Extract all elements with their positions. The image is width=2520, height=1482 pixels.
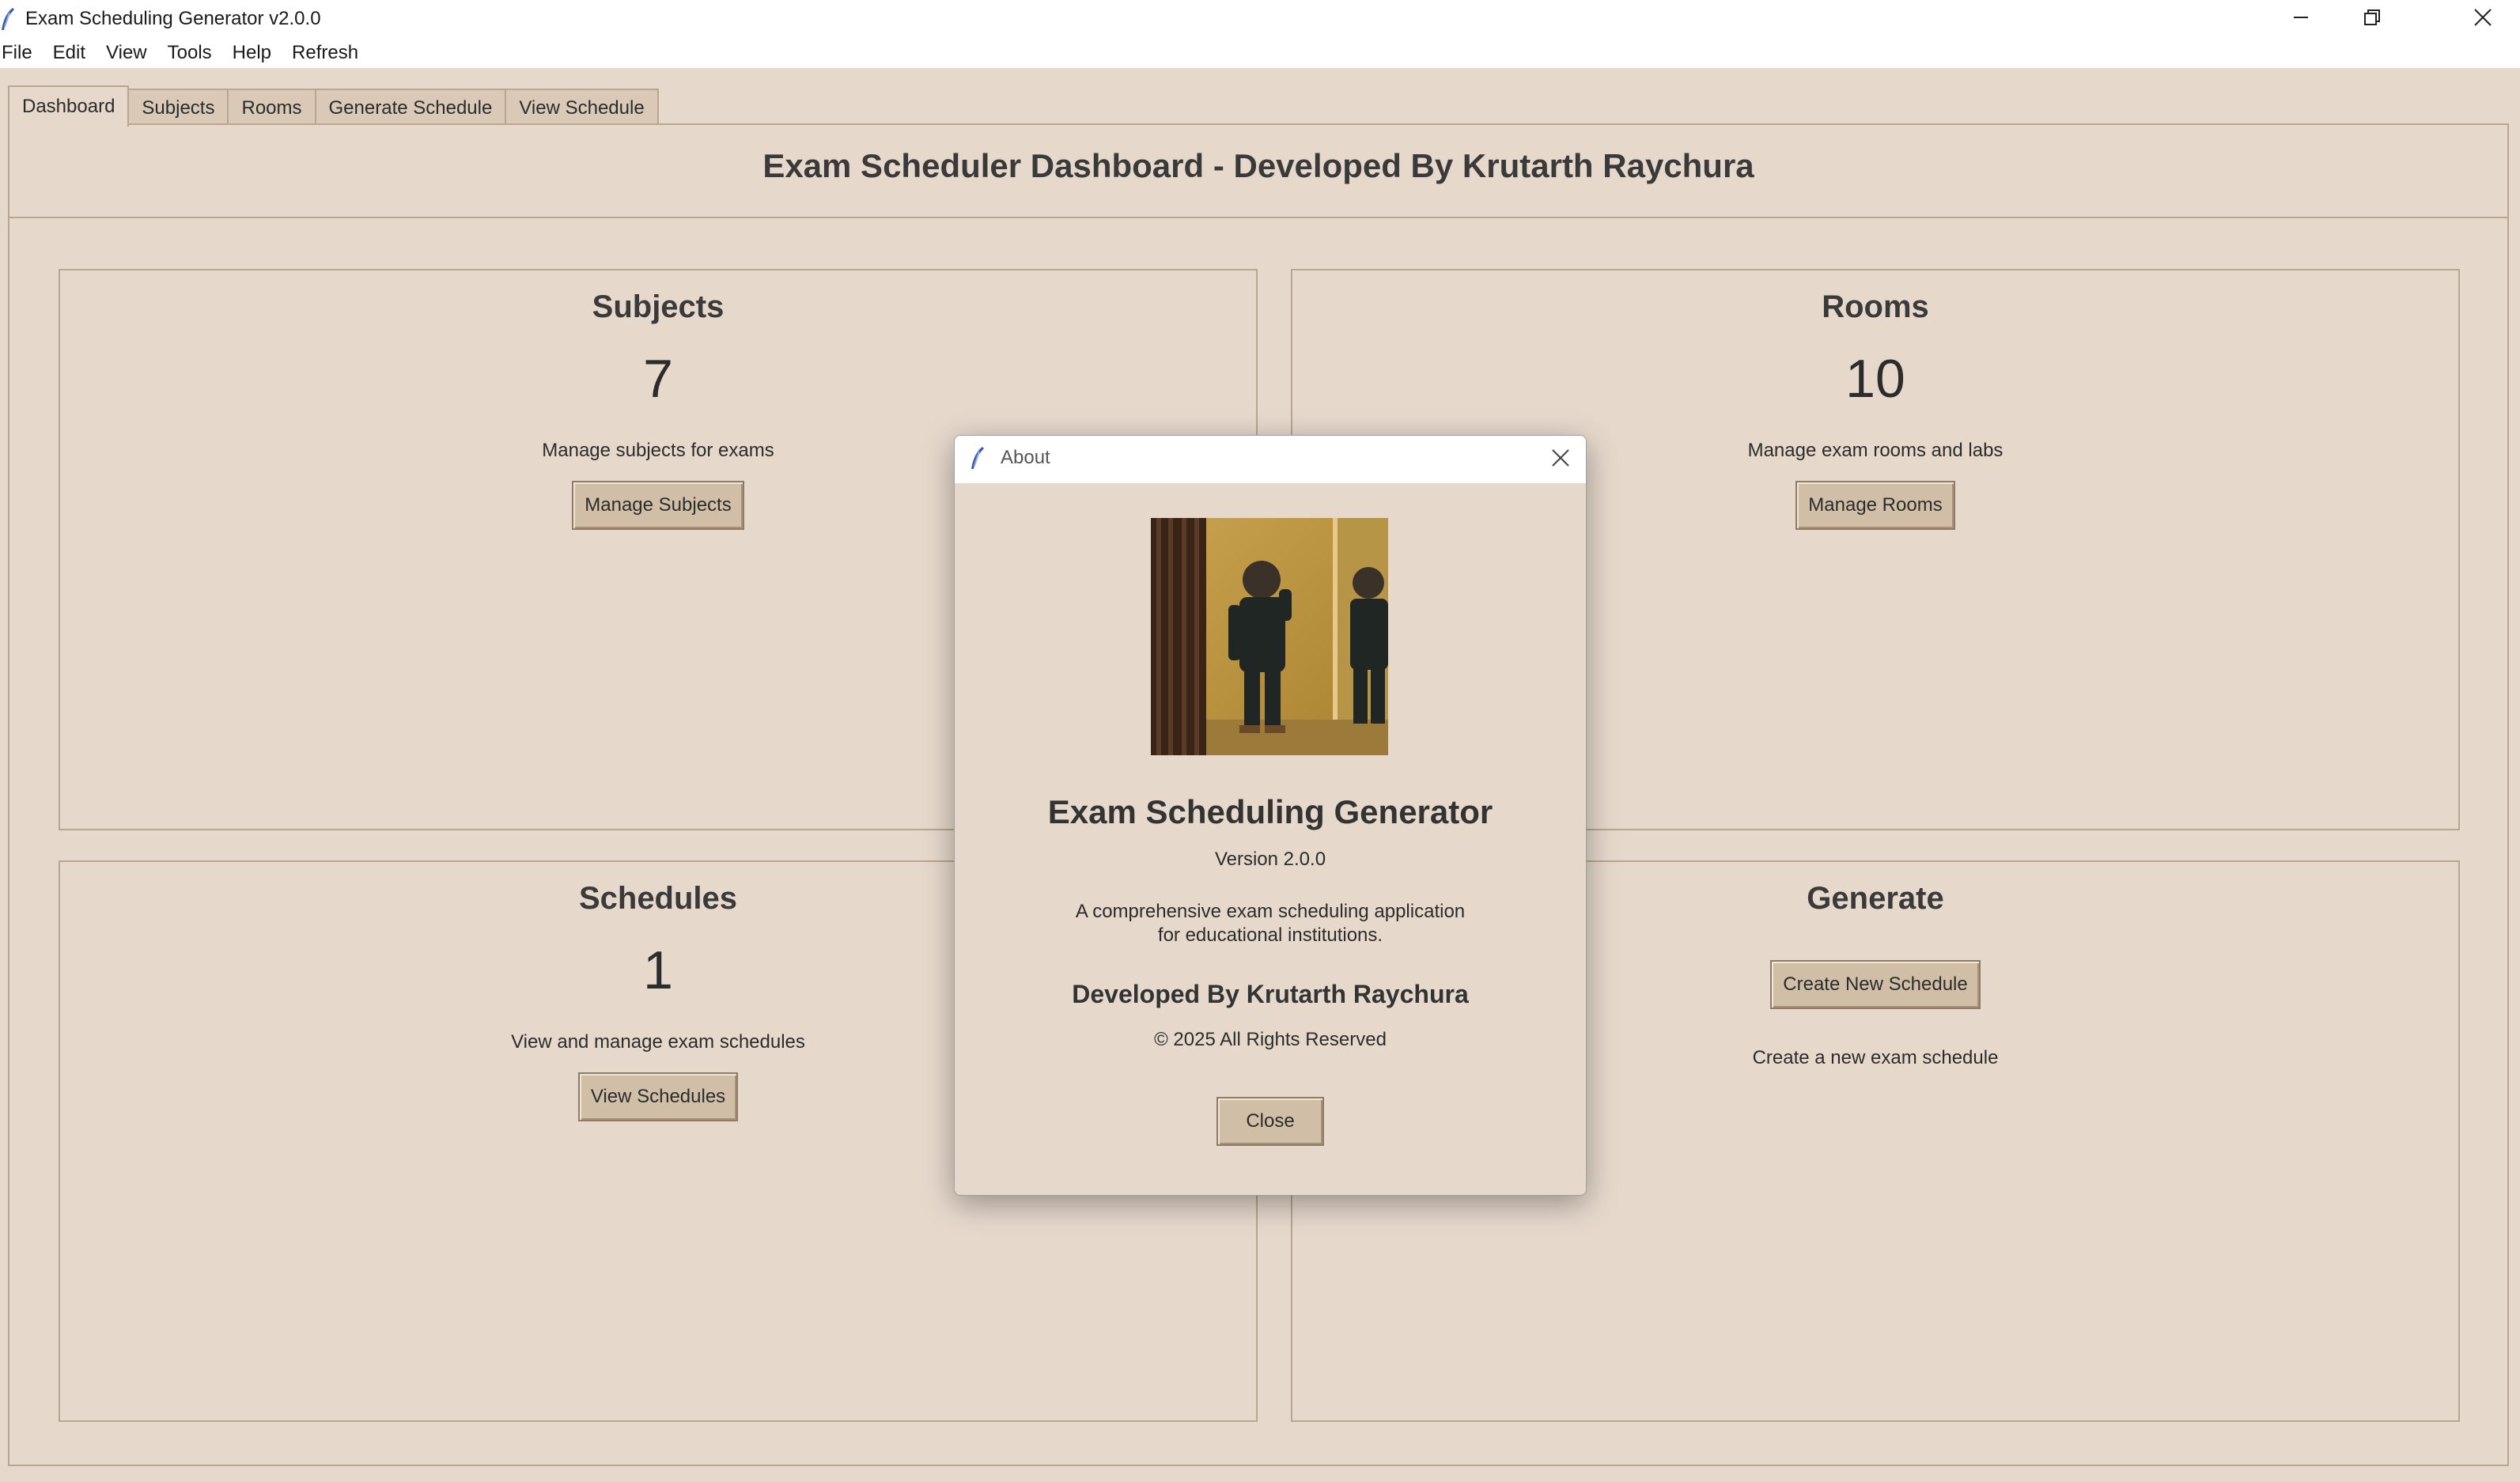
rooms-count: 10 — [1845, 349, 1905, 409]
view-schedules-button[interactable]: View Schedules — [577, 1072, 739, 1121]
close-icon[interactable] — [1549, 447, 1572, 473]
tab-generate-schedule[interactable]: Generate Schedule — [314, 89, 507, 127]
close-button[interactable]: Close — [1216, 1097, 1324, 1146]
feather-icon — [0, 6, 16, 32]
tab-bar: Dashboard Subjects Rooms Generate Schedu… — [8, 85, 659, 127]
menu-tools[interactable]: Tools — [168, 42, 223, 64]
menu-view[interactable]: View — [106, 42, 158, 64]
about-description-line2: for educational institutions. — [1157, 924, 1383, 946]
menu-bar: File Edit View Tools Help Refresh — [0, 38, 2520, 68]
about-description-line1: A comprehensive exam scheduling applicat… — [1075, 901, 1466, 922]
restore-icon — [2363, 9, 2381, 30]
create-new-schedule-button[interactable]: Create New Schedule — [1770, 960, 1981, 1009]
menu-edit[interactable]: Edit — [53, 42, 96, 64]
close-window-button[interactable] — [2447, 0, 2518, 38]
restore-button[interactable] — [2336, 0, 2408, 38]
manage-rooms-button[interactable]: Manage Rooms — [1795, 481, 1955, 530]
close-icon — [2473, 8, 2492, 31]
dialog-titlebar: About — [955, 436, 1586, 483]
window-titlebar: Exam Scheduling Generator v2.0.0 — [0, 0, 2520, 38]
page-title: Exam Scheduler Dashboard - Developed By … — [762, 147, 1754, 184]
about-developer: Developed By Krutarth Raychura — [1072, 980, 1469, 1008]
menu-refresh[interactable]: Refresh — [292, 42, 369, 64]
tab-rooms[interactable]: Rooms — [227, 89, 316, 127]
minimize-icon — [2292, 9, 2310, 30]
menu-help[interactable]: Help — [233, 42, 282, 64]
about-copyright: © 2025 All Rights Reserved — [1154, 1029, 1387, 1050]
minimize-button[interactable] — [2265, 0, 2336, 38]
subjects-card-title: Subjects — [592, 289, 725, 324]
tab-view-schedule[interactable]: View Schedule — [505, 89, 659, 127]
feather-icon — [969, 445, 986, 474]
divider — [9, 217, 2507, 218]
subjects-count: 7 — [643, 349, 673, 409]
tab-subjects[interactable]: Subjects — [127, 89, 229, 127]
developer-photo — [1151, 518, 1388, 755]
about-version: Version 2.0.0 — [1214, 849, 1326, 870]
tab-dashboard[interactable]: Dashboard — [8, 85, 130, 127]
manage-subjects-button[interactable]: Manage Subjects — [572, 481, 744, 530]
dialog-title: About — [1001, 447, 1050, 468]
about-dialog: About Exam Scheduling Generator Version … — [954, 435, 1587, 1196]
menu-file[interactable]: File — [2, 42, 44, 64]
about-app-name: Exam Scheduling Generator — [1047, 793, 1493, 830]
rooms-card-title: Rooms — [1822, 289, 1929, 324]
window-title: Exam Scheduling Generator v2.0.0 — [25, 8, 321, 29]
